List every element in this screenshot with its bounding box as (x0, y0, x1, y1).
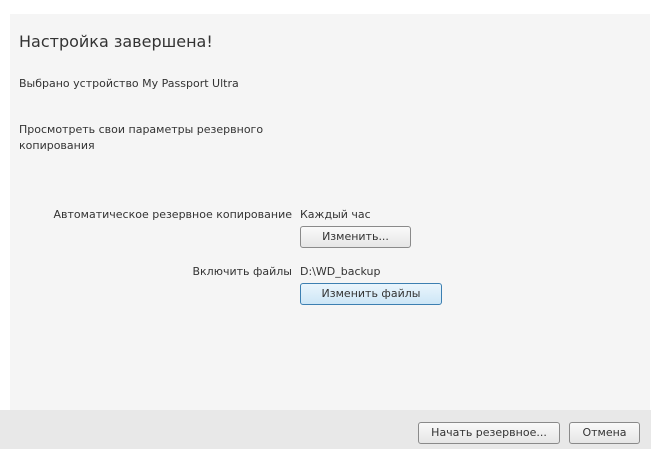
change-schedule-button[interactable]: Изменить... (300, 226, 411, 248)
include-files-value: D:\WD_backup (300, 265, 381, 278)
include-files-label: Включить файлы (192, 265, 292, 278)
page-title: Настройка завершена! (19, 32, 213, 51)
setup-complete-window: Настройка завершена! Выбрано устройство … (0, 0, 651, 449)
auto-backup-value: Каждый час (300, 208, 371, 221)
cancel-button[interactable]: Отмена (569, 422, 640, 444)
selected-device-text: Выбрано устройство My Passport Ultra (19, 77, 239, 90)
dialog-footer: Начать резервное... Отмена (0, 410, 651, 449)
auto-backup-label: Автоматическое резервное копирование (53, 208, 292, 221)
start-backup-button[interactable]: Начать резервное... (418, 422, 560, 444)
change-files-button[interactable]: Изменить файлы (300, 283, 442, 305)
review-settings-text: Просмотреть свои параметры резервного ко… (19, 123, 264, 152)
content-panel: Настройка завершена! Выбрано устройство … (10, 14, 650, 410)
